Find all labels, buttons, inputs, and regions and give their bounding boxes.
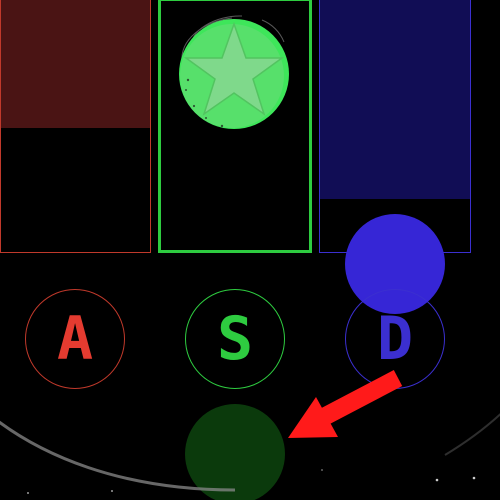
lane-a-fill bbox=[1, 0, 150, 129]
key-s-button[interactable]: S bbox=[185, 289, 285, 389]
note-lane-s bbox=[185, 404, 285, 500]
track-arc-right bbox=[444, 413, 500, 456]
star-icon bbox=[179, 15, 289, 129]
key-a-button[interactable]: A bbox=[25, 289, 125, 389]
key-a-label: A bbox=[56, 304, 94, 374]
lane-a bbox=[0, 0, 151, 253]
key-d-button[interactable]: D bbox=[345, 289, 445, 389]
key-d-label: D bbox=[376, 304, 414, 374]
game-stage: A S D bbox=[0, 0, 500, 500]
key-s-label: S bbox=[216, 304, 254, 374]
lane-d-fill bbox=[320, 0, 470, 199]
